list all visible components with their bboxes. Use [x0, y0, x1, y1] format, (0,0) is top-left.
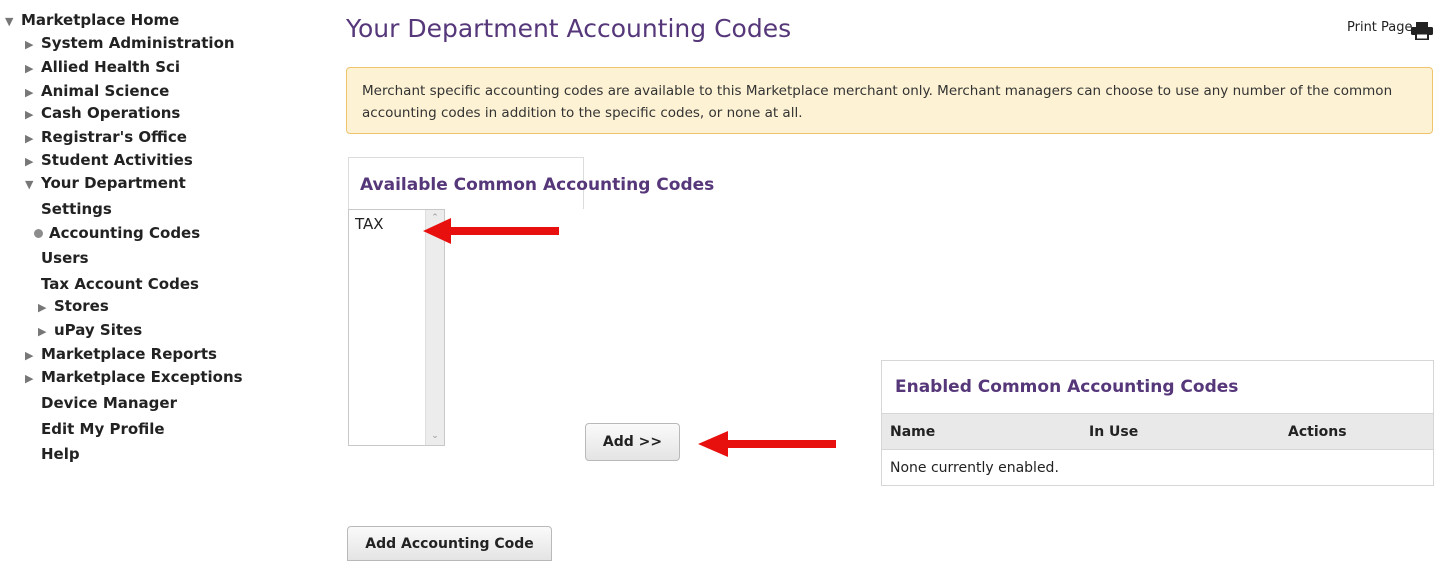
enabled-codes-table: Name In Use Actions None currently enabl…	[882, 413, 1433, 485]
sidebar-item-marketplace-reports[interactable]: ▶ Marketplace Reports	[25, 344, 217, 366]
sidebar-item-label: Device Manager	[41, 394, 177, 412]
sidebar-item-label: Marketplace Home	[21, 11, 180, 29]
annotation-arrow-icon	[423, 218, 559, 244]
sidebar-item-animal-science[interactable]: ▶ Animal Science	[25, 81, 169, 103]
sidebar-item-help[interactable]: Help	[41, 444, 80, 464]
annotation-arrow-icon	[698, 431, 836, 457]
triangle-right-icon: ▶	[25, 62, 34, 75]
triangle-right-icon: ▶	[25, 86, 34, 99]
current-page-dot-icon	[34, 228, 43, 238]
sidebar-item-tax-account-codes[interactable]: Tax Account Codes	[41, 274, 199, 294]
sidebar-item-label: Tax Account Codes	[41, 275, 199, 293]
sidebar-item-label: Your Department	[41, 174, 186, 192]
sidebar-item-label: Marketplace Exceptions	[41, 368, 243, 386]
table-row: None currently enabled.	[882, 450, 1433, 486]
triangle-right-icon: ▶	[25, 108, 34, 121]
column-header-in-use: In Use	[1081, 413, 1280, 450]
sidebar-item-label: Cash Operations	[41, 104, 181, 122]
sidebar-item-stores[interactable]: ▶ Stores	[38, 296, 109, 318]
sidebar-item-allied-health-sci[interactable]: ▶ Allied Health Sci	[25, 57, 180, 79]
add-button[interactable]: Add >>	[585, 423, 680, 461]
triangle-right-icon: ▶	[38, 325, 47, 338]
sidebar-item-marketplace-home[interactable]: ▼ Marketplace Home	[5, 10, 179, 32]
add-accounting-code-button[interactable]: Add Accounting Code	[347, 526, 552, 561]
triangle-right-icon: ▶	[25, 349, 34, 362]
sidebar-item-label: uPay Sites	[54, 321, 143, 339]
sidebar-item-label: System Administration	[41, 34, 235, 52]
sidebar-item-label: Accounting Codes	[49, 224, 201, 242]
empty-table-message: None currently enabled.	[890, 459, 1059, 476]
sidebar-item-label: Student Activities	[41, 151, 193, 169]
listbox-scrollbar[interactable]: ⌃ ⌄	[425, 210, 444, 445]
sidebar-item-label: Registrar's Office	[41, 128, 187, 146]
sidebar-item-label: Allied Health Sci	[41, 58, 181, 76]
triangle-right-icon: ▶	[25, 38, 34, 51]
sidebar-item-cash-operations[interactable]: ▶ Cash Operations	[25, 103, 180, 125]
sidebar-item-edit-my-profile[interactable]: Edit My Profile	[41, 419, 165, 439]
sidebar-item-device-manager[interactable]: Device Manager	[41, 393, 177, 413]
sidebar-item-your-department[interactable]: ▼ Your Department	[25, 173, 186, 195]
triangle-right-icon: ▶	[25, 155, 34, 168]
print-page-link[interactable]: Print Page	[1347, 20, 1413, 35]
triangle-right-icon: ▶	[25, 132, 34, 145]
column-header-actions: Actions	[1280, 413, 1433, 450]
scroll-down-icon[interactable]: ⌄	[426, 428, 444, 445]
sidebar-item-label: Edit My Profile	[41, 420, 165, 438]
sidebar-item-label: Stores	[54, 297, 109, 315]
triangle-right-icon: ▶	[25, 372, 34, 385]
sidebar-item-settings[interactable]: Settings	[41, 199, 112, 219]
triangle-right-icon: ▶	[38, 301, 47, 314]
sidebar-item-label: Marketplace Reports	[41, 345, 217, 363]
sidebar-item-registrars-office[interactable]: ▶ Registrar's Office	[25, 127, 187, 149]
sidebar-item-label: Animal Science	[41, 82, 170, 100]
column-header-name: Name	[882, 413, 1081, 450]
sidebar-item-accounting-codes[interactable]: Accounting Codes	[32, 223, 200, 243]
info-notice: Merchant specific accounting codes are a…	[346, 67, 1433, 134]
available-codes-title: Available Common Accounting Codes	[360, 175, 715, 195]
triangle-down-icon: ▼	[25, 178, 34, 191]
table-header-row: Name In Use Actions	[882, 413, 1433, 450]
enabled-codes-title: Enabled Common Accounting Codes	[895, 377, 1239, 397]
notice-text: Merchant specific accounting codes are a…	[362, 83, 1393, 121]
sidebar-item-system-administration[interactable]: ▶ System Administration	[25, 33, 235, 55]
sidebar-item-marketplace-exceptions[interactable]: ▶ Marketplace Exceptions	[25, 367, 243, 389]
enabled-codes-panel: Enabled Common Accounting Codes Name In …	[881, 360, 1434, 486]
printer-icon[interactable]	[1411, 22, 1433, 40]
sidebar-item-student-activities[interactable]: ▶ Student Activities	[25, 150, 193, 172]
sidebar-item-label: Users	[41, 249, 89, 267]
sidebar-item-label: Help	[41, 445, 80, 463]
sidebar-item-label: Settings	[41, 200, 112, 218]
triangle-down-icon: ▼	[5, 15, 14, 28]
sidebar-item-users[interactable]: Users	[41, 248, 89, 268]
page-title: Your Department Accounting Codes	[346, 14, 792, 43]
sidebar-item-upay-sites[interactable]: ▶ uPay Sites	[38, 320, 142, 342]
